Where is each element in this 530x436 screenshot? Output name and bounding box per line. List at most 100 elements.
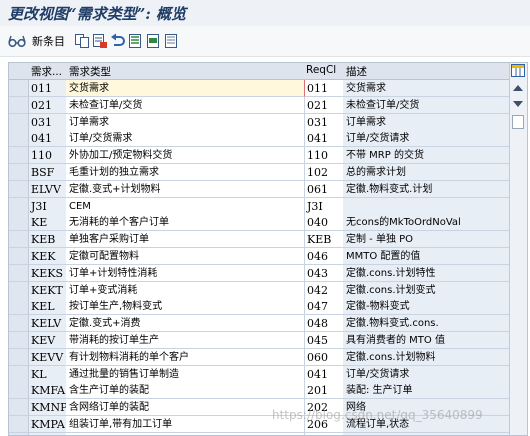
glasses-icon[interactable] [8,32,26,50]
table-row[interactable]: KEKS 订单+计划特性消耗 043 定徽.cons.计划特性 [9,264,509,282]
req-class-cell: 021 [304,96,343,114]
req-type-text-cell[interactable]: 含生产订单的装配 [66,382,304,400]
scroll-down-icon[interactable] [513,101,523,107]
req-type-text-cell[interactable]: 组装订单,带有加工订单 [66,416,304,433]
column-header-req-class[interactable]: ReqCl [306,64,342,76]
table-row[interactable]: 011 交货需求 011 交货需求 [9,80,509,97]
row-selector[interactable] [9,113,29,131]
scroll-up-icon[interactable] [513,85,523,91]
req-type-code-cell: 021 [29,96,66,114]
table-row[interactable]: 110 外协加工/预定物料交货 110 不带 MRP 的交货 [9,147,509,165]
row-selector[interactable] [9,348,29,366]
row-selector[interactable] [9,365,29,383]
delete-icon[interactable] [92,32,108,50]
req-type-code-cell: 031 [29,113,66,131]
req-type-text-cell[interactable]: 按订单生产,物料变式 [66,298,304,316]
req-type-text-cell[interactable]: 无消耗的单个客户订单 [66,214,304,232]
row-selector[interactable] [9,180,29,198]
table-row[interactable]: KEB 单独客户采购订单 KEB 定制 - 单独 PO [9,231,509,249]
req-type-text-cell[interactable]: 交货需求 [66,80,304,97]
column-settings-icon[interactable] [511,64,525,77]
select-all-icon[interactable] [128,32,144,50]
table-row[interactable]: KEK 定徽可配置物料 046 MMTO 配置的值 [9,248,509,265]
req-type-code-cell: ELVV [29,180,66,198]
table-row[interactable]: 021 未检查订单/交货 021 未检查订单/交货 [9,96,509,114]
table-row[interactable]: 031 订单需求 031 订单需求 [9,113,509,131]
row-selector[interactable] [9,382,29,400]
req-type-text-cell[interactable]: 订单+变式消耗 [66,281,304,299]
undo-icon[interactable] [110,32,126,50]
req-type-text-cell[interactable]: 订单需求 [66,113,304,131]
row-selector[interactable] [9,80,29,97]
req-type-code-cell: KEB [29,231,66,249]
req-type-code-cell: KEL [29,298,66,316]
req-type-code-cell: 110 [29,147,66,165]
description-cell: 定徽.物料变式.cons. [343,315,509,333]
req-type-text-cell[interactable]: CEM [66,197,304,215]
scroll-thumb[interactable] [512,115,524,129]
req-type-text-cell[interactable]: 外协加工/预定物料交货 [66,147,304,165]
table-row[interactable]: BSF 毛重计划的独立需求 102 总的需求计划 [9,164,509,181]
req-class-cell: 043 [304,264,343,282]
column-header-req-type-text[interactable]: 需求类型 [69,64,299,79]
row-selector[interactable] [9,214,29,232]
req-type-text-cell[interactable]: 定徽可配置物料 [66,248,304,265]
row-selector[interactable] [9,416,29,433]
table-row[interactable]: KL 通过批量的销售订单制造 041 订单/交货请求 [9,365,509,383]
deselect-all-icon[interactable] [164,32,180,50]
req-type-text-cell[interactable]: 带消耗的按订单生产 [66,332,304,349]
row-selector[interactable] [9,332,29,349]
req-type-text-cell[interactable]: 毛重计划的独立需求 [66,164,304,181]
column-header-description[interactable]: 描述 [346,64,506,79]
description-cell: 定徽-物料变式 [343,298,509,316]
req-type-text-cell[interactable]: 单独客户采购订单 [66,231,304,249]
req-type-text-cell[interactable]: 通过批量的销售订单制造 [66,365,304,383]
row-selector[interactable] [9,298,29,316]
table-row[interactable]: KMFA 含生产订单的装配 201 装配: 生产订单 [9,382,509,400]
table-row[interactable]: J3I CEM J3I [9,197,509,215]
toolbar: 新条目 [0,26,530,57]
row-selector[interactable] [9,248,29,265]
table-row[interactable]: ELVV 定徽.变式+计划物料 061 定徽.物料变式.计划 [9,180,509,198]
req-type-code-cell: KEK [29,248,66,265]
req-type-text-cell[interactable]: 订单/交货需求 [66,130,304,148]
new-entries-button[interactable]: 新条目 [32,32,65,50]
req-class-cell: J3I [304,197,343,215]
column-header-req-type-code[interactable]: 需求... [31,64,66,79]
req-class-cell: KEB [304,231,343,249]
req-class-cell: 201 [304,382,343,400]
row-selector[interactable] [9,96,29,114]
requirement-types-table: 需求... 需求类型 ReqCl 描述 011 交货需求 011 交货需求 021 未检查… [8,62,528,436]
row-selector[interactable] [9,281,29,299]
req-type-text-cell[interactable]: 含网络订单的装配 [66,399,304,417]
table-row[interactable]: KEV 带消耗的按订单生产 045 具有消费者的 MTO 值 [9,332,509,349]
row-selector[interactable] [9,147,29,165]
row-selector[interactable] [9,264,29,282]
req-type-text-cell[interactable]: 定徽.变式+计划物料 [66,180,304,198]
table-row[interactable]: KELV 定徽.变式+消费 048 定徽.物料变式.cons. [9,315,509,333]
req-type-text-cell[interactable]: 定徽.变式+消费 [66,315,304,333]
table-row[interactable]: KE 无消耗的单个客户订单 040 无cons的MkToOrdNoVal [9,214,509,232]
table-row[interactable]: KEKT 订单+变式消耗 042 定徽.cons.计划变式 [9,281,509,299]
req-type-text-cell[interactable]: 订单+计划特性消耗 [66,264,304,282]
req-type-text-cell[interactable]: 未检查订单/交货 [66,96,304,114]
table-row[interactable]: KEVV 有计划物料消耗的单个客户 060 定徽.cons.计划物料 [9,348,509,366]
select-block-icon[interactable] [146,32,162,50]
req-class-cell: 045 [304,332,343,349]
req-class-cell: 041 [304,365,343,383]
table-row[interactable]: KEL 按订单生产,物料变式 047 定徽-物料变式 [9,298,509,316]
req-type-text-cell[interactable]: 有计划物料消耗的单个客户 [66,348,304,366]
row-selector[interactable] [9,315,29,333]
description-cell: 交货需求 [343,80,509,97]
row-selector[interactable] [9,130,29,148]
copy-icon[interactable] [74,32,90,50]
row-selector[interactable] [9,399,29,417]
row-selector[interactable] [9,197,29,215]
req-type-code-cell: KELV [29,315,66,333]
table-row[interactable]: 041 订单/交货需求 041 订单/交货请求 [9,130,509,148]
row-selector[interactable] [9,164,29,181]
req-type-code-cell: BSF [29,164,66,181]
description-cell: 定徽.物料变式.计划 [343,180,509,198]
vertical-scrollbar[interactable] [509,63,527,435]
row-selector[interactable] [9,231,29,249]
